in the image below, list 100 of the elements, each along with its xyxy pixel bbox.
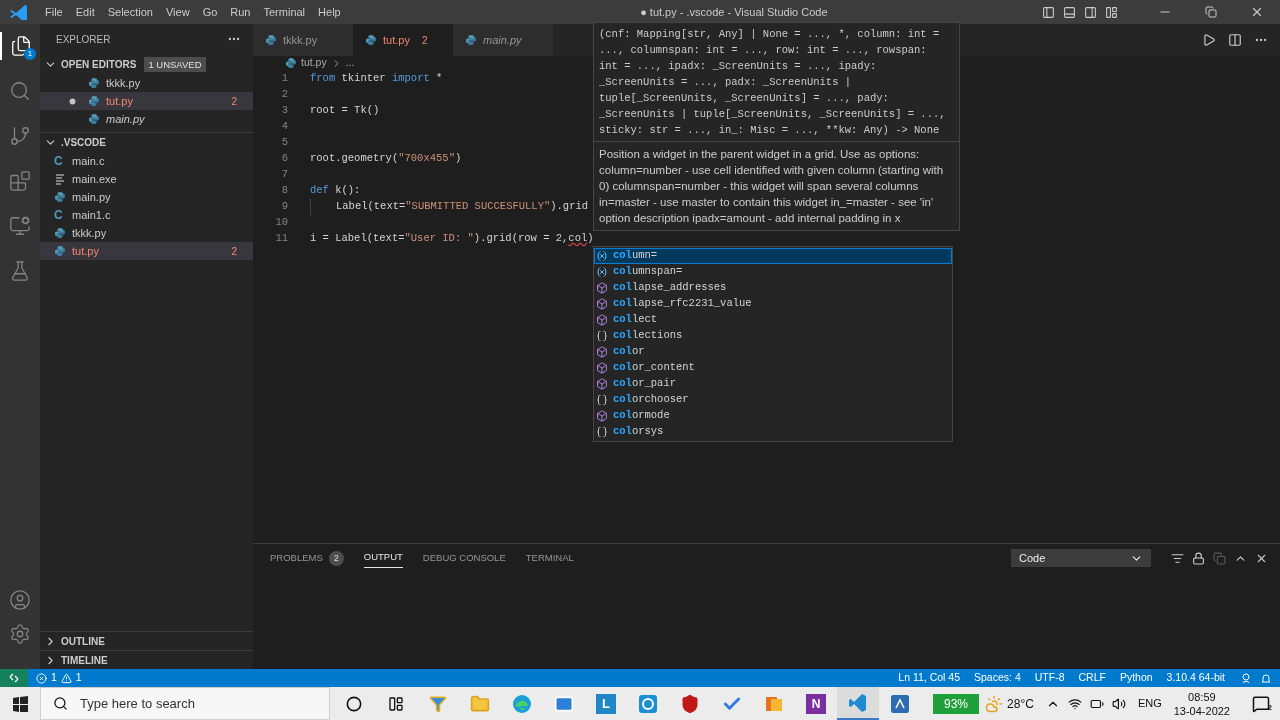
editor-tab[interactable]: main.py: [453, 24, 553, 56]
sidebar-title: EXPLORER: [56, 32, 111, 47]
status-item[interactable]: Ln 11, Col 45: [891, 670, 968, 686]
editor-tab[interactable]: tut.py 2: [353, 24, 453, 56]
lock-icon[interactable]: [1192, 551, 1205, 565]
menu-item[interactable]: Edit: [70, 3, 100, 21]
remote-icon: [8, 672, 20, 684]
panel-tab[interactable]: OUTPUT: [363, 548, 403, 568]
suggestion-item[interactable]: columnspan=: [594, 264, 952, 280]
app-tile-icon: L: [596, 693, 616, 714]
app-tile-icon: [890, 693, 910, 714]
signature-line: ..., columnspan: int = ..., row: int = ..., rowspan:: [599, 43, 928, 58]
tree-row[interactable]: main.py: [40, 110, 253, 128]
code-line: root = Tk(): [310, 103, 380, 119]
panel-tab[interactable]: PROBLEMS 2: [270, 548, 344, 568]
breadcrumb-item[interactable]: ...: [345, 55, 355, 71]
taskbar-app[interactable]: N: [795, 687, 837, 720]
split-editor-icon[interactable]: [1228, 33, 1242, 47]
account-icon[interactable]: [9, 589, 31, 611]
toggle-panel-icon[interactable]: [1063, 5, 1076, 19]
suggestion-label: colorsys: [613, 424, 664, 440]
section-title: OPEN EDITORS: [61, 57, 137, 72]
suggestion-item[interactable]: collections: [594, 328, 952, 344]
status-item[interactable]: UTF-8: [1027, 670, 1072, 686]
code-line: from tkinter import *: [310, 71, 443, 87]
layout-icon[interactable]: [1105, 5, 1118, 19]
panel-tab[interactable]: DEBUG CONSOLE: [422, 548, 506, 568]
suggestion-item[interactable]: collapse_rfc2231_value: [594, 296, 952, 312]
warning-count: 1: [75, 670, 82, 686]
clear-output-icon[interactable]: [1171, 551, 1184, 565]
suggestion-item[interactable]: collapse_addresses: [594, 280, 952, 296]
tree-row[interactable]: C main1.c: [40, 206, 253, 224]
section-header[interactable]: .VSCODE: [40, 132, 253, 152]
status-item[interactable]: Python: [1112, 670, 1160, 686]
window-title: ● tut.py - .vscode - Visual Studio Code: [639, 4, 829, 20]
tree-row[interactable]: C main.c: [40, 152, 253, 170]
signature-line: int = ..., ipadx: _ScreenUnits = ..., ipady:: [599, 59, 878, 74]
section-header[interactable]: OUTLINE: [40, 631, 253, 650]
file-name: tut.py: [106, 93, 134, 109]
notification-button[interactable]: 2: [1242, 694, 1280, 713]
file-name: tkkk.py: [72, 225, 108, 241]
python-file-icon: [54, 191, 66, 203]
tree-row[interactable]: main.py: [40, 188, 253, 206]
wifi-icon[interactable]: [1067, 696, 1082, 711]
settings-icon[interactable]: [9, 623, 31, 645]
tree-row[interactable]: tkkk.py: [40, 74, 253, 92]
menu-item[interactable]: Go: [197, 3, 223, 21]
toggle-secondary-sidebar-icon[interactable]: [1084, 5, 1097, 19]
tree-row[interactable]: main.exe: [40, 170, 253, 188]
breadcrumb-item[interactable]: tut.py: [301, 55, 327, 71]
count-badge: 2: [328, 550, 344, 566]
tree-row[interactable]: tut.py 2: [40, 242, 253, 260]
suggestion-item[interactable]: color_pair: [594, 376, 952, 392]
browser-icon: [512, 693, 532, 714]
output-channel-select[interactable]: Code: [1011, 549, 1151, 567]
problems-button[interactable]: 1 1: [28, 670, 90, 686]
editor-tab[interactable]: tkkk.py: [253, 24, 353, 56]
remote-button[interactable]: [0, 669, 28, 687]
code-editor-icon: [848, 692, 868, 713]
copy-icon[interactable]: [1213, 551, 1226, 565]
file-name: main.py: [72, 189, 112, 205]
taskbar-app[interactable]: L: [585, 687, 627, 720]
clock[interactable]: 08:59 13-04-2022: [1173, 689, 1230, 718]
status-item[interactable]: 3.10.4 64-bit: [1159, 670, 1232, 686]
python-file-icon: [265, 34, 277, 46]
menu-item[interactable]: File: [40, 3, 68, 21]
suggestion-item[interactable]: colorsys: [594, 424, 952, 440]
tree-row[interactable]: tut.py 2: [40, 92, 253, 110]
error-count: 1: [51, 670, 57, 686]
suggestion-item[interactable]: colorchooser: [594, 392, 952, 408]
suggestion-item[interactable]: column=: [594, 248, 952, 264]
status-item[interactable]: CRLF: [1071, 670, 1113, 686]
volume-icon[interactable]: [1111, 696, 1126, 711]
testing-icon: [9, 260, 31, 282]
suggestion-item[interactable]: collect: [594, 312, 952, 328]
language-indicator[interactable]: ENG: [1137, 695, 1162, 712]
toggle-sidebar-icon[interactable]: [1042, 5, 1055, 19]
section-header[interactable]: OPEN EDITORS 1 UNSAVED: [40, 54, 253, 74]
menu-item[interactable]: Help: [313, 3, 346, 21]
tree-row[interactable]: tkkk.py: [40, 224, 253, 242]
line-number: 11: [274, 231, 288, 247]
c-file-icon: C: [54, 155, 66, 167]
signature-line: _ScreenUnits = ..., padx: _ScreenUnits |: [599, 75, 853, 90]
tab-label: main.py: [483, 32, 522, 48]
notification-badge: 1: [24, 48, 36, 60]
menu-item[interactable]: Selection: [102, 3, 158, 21]
suggestion-item[interactable]: color: [594, 344, 952, 360]
taskbar-search-field[interactable]: Type here to search: [40, 687, 330, 720]
menu-item[interactable]: Terminal: [258, 3, 311, 21]
python-file-icon: [54, 227, 66, 239]
feedback-icon[interactable]: [1240, 672, 1252, 684]
suggestion-item[interactable]: color_content: [594, 360, 952, 376]
run-icon[interactable]: [1202, 33, 1216, 47]
suggestion-item[interactable]: colormode: [594, 408, 952, 424]
menu-item[interactable]: View: [160, 3, 195, 21]
weather-widget[interactable]: 28°C: [985, 694, 1034, 713]
panel-tab[interactable]: TERMINAL: [525, 548, 574, 568]
bell-icon[interactable]: [1260, 672, 1272, 684]
menu-item[interactable]: Run: [225, 3, 256, 21]
status-item[interactable]: Spaces: 4: [967, 670, 1028, 686]
